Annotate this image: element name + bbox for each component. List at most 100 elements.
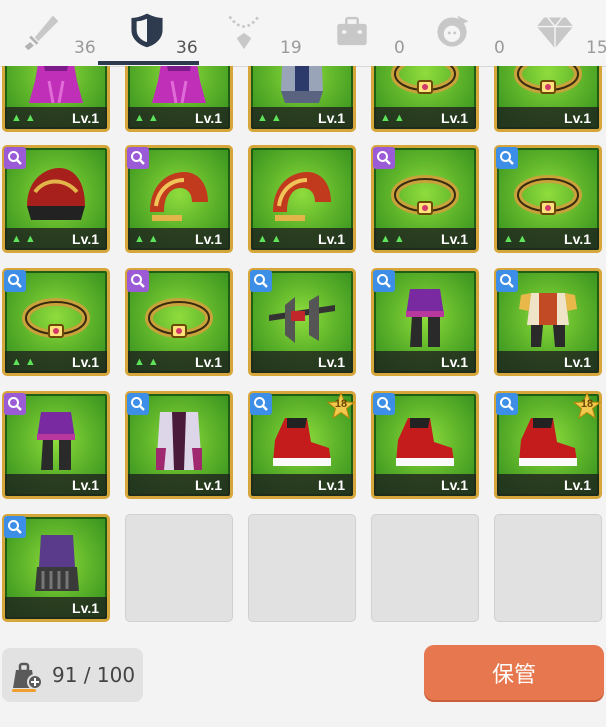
item-level: Lv.1 (195, 231, 222, 247)
empty-slot (371, 514, 479, 622)
pauldron-icon (273, 172, 331, 221)
helmet-icon (27, 168, 85, 220)
equipment-tab-bar: 36 36 19 0 0 15 (0, 0, 606, 67)
magnify-icon[interactable] (127, 270, 149, 292)
magnify-icon[interactable] (4, 516, 26, 538)
tab-gem[interactable]: 15 (500, 0, 606, 66)
belt-icon (145, 298, 213, 338)
gauntlet-icon (35, 535, 79, 591)
belt-icon (22, 298, 90, 338)
magnify-icon[interactable] (373, 270, 395, 292)
tab-weapon[interactable]: 36 (0, 0, 100, 66)
magnify-icon[interactable] (4, 270, 26, 292)
item-level: Lv.1 (318, 354, 345, 370)
upgrade-arrows: ▲▲ (380, 233, 408, 245)
item-level: Lv.1 (564, 477, 591, 493)
magnify-icon[interactable] (4, 147, 26, 169)
coat-icon (156, 412, 202, 470)
upgrade-arrows: ▲▲ (503, 233, 531, 245)
inventory-slot[interactable]: ▲▲ Lv.1 (125, 268, 233, 376)
item-level: Lv.1 (564, 231, 591, 247)
inventory-slot[interactable]: Lv.1 (371, 391, 479, 499)
store-button[interactable]: 保管 (424, 645, 604, 700)
upgrade-arrows: ▲▲ (11, 112, 39, 124)
magnify-icon[interactable] (127, 147, 149, 169)
magnify-icon[interactable] (496, 393, 518, 415)
upgrade-arrows: ▲▲ (134, 112, 162, 124)
belt-icon (391, 175, 459, 215)
armor-icon (281, 66, 323, 103)
inventory-slot[interactable]: ▲▲ Lv.1 (125, 66, 233, 132)
star-level: 18 (580, 398, 594, 410)
empty-slot (125, 514, 233, 622)
item-level: Lv.1 (441, 354, 468, 370)
briefcase-icon (337, 16, 367, 46)
sword-icon (24, 15, 59, 51)
item-level: Lv.1 (72, 354, 99, 370)
inventory-slot[interactable]: ▲▲ Lv.1 (371, 145, 479, 253)
item-level: Lv.1 (195, 477, 222, 493)
inventory-slot[interactable]: Lv.1 (494, 268, 602, 376)
magnify-icon[interactable] (250, 270, 272, 292)
upgrade-arrows: ▲▲ (134, 356, 162, 368)
upgrade-arrows: ▲▲ (257, 112, 285, 124)
star-badge: 18 (326, 391, 356, 420)
tab-count: 36 (74, 38, 96, 58)
magnify-icon[interactable] (4, 393, 26, 415)
inventory-slot[interactable]: ▲▲ Lv.1 (2, 268, 110, 376)
item-level: Lv.1 (441, 231, 468, 247)
character-icon (437, 15, 469, 47)
magnify-icon[interactable] (250, 393, 272, 415)
inventory-slot[interactable]: 18 Lv.1 (248, 391, 356, 499)
upgrade-arrows: ▲▲ (257, 233, 285, 245)
magnify-icon[interactable] (127, 393, 149, 415)
item-level: Lv.1 (195, 110, 222, 126)
tab-count: 15 (586, 38, 606, 58)
inventory-slot[interactable]: Lv.1 (2, 514, 110, 622)
upgrade-arrows: ▲▲ (380, 112, 408, 124)
tab-armor[interactable]: 36 (100, 0, 200, 66)
upgrade-arrows: ▲▲ (11, 233, 39, 245)
tab-pet[interactable]: 0 (400, 0, 505, 66)
capacity-text: 91 / 100 (52, 663, 136, 687)
inventory-slot[interactable]: ▲▲ Lv.1 (248, 145, 356, 253)
active-tab-indicator (98, 61, 199, 65)
inventory-slot[interactable]: Lv.1 (494, 66, 602, 132)
shoulder-guard-icon (269, 295, 335, 343)
tab-bag[interactable]: 0 (300, 0, 405, 66)
magnify-icon[interactable] (496, 270, 518, 292)
inventory-slot[interactable]: ▲▲ Lv.1 (494, 145, 602, 253)
item-level: Lv.1 (318, 231, 345, 247)
magnify-icon[interactable] (496, 147, 518, 169)
belt-icon (514, 66, 582, 94)
star-badge: 18 (572, 391, 602, 420)
magnify-icon[interactable] (373, 393, 395, 415)
upgrade-arrows: ▲▲ (11, 356, 39, 368)
inventory-slot[interactable]: Lv.1 (125, 391, 233, 499)
item-level: Lv.1 (318, 477, 345, 493)
magnify-icon[interactable] (373, 147, 395, 169)
inventory-slot[interactable]: ▲▲ Lv.1 (125, 145, 233, 253)
inventory-slot[interactable]: ▲▲ Lv.1 (371, 66, 479, 132)
inventory-slot[interactable]: Lv.1 (371, 268, 479, 376)
inventory-capacity[interactable]: 91 / 100 (2, 648, 143, 702)
belt-icon (391, 66, 459, 94)
belt-icon (514, 175, 582, 215)
inventory-slot[interactable]: 18 Lv.1 (494, 391, 602, 499)
inventory-slot[interactable]: Lv.1 (248, 268, 356, 376)
tab-count: 36 (176, 38, 198, 58)
inventory-slot[interactable]: ▲▲ Lv.1 (248, 66, 356, 132)
tab-accessory[interactable]: 19 (200, 0, 302, 66)
inventory-slot[interactable]: Lv.1 (2, 391, 110, 499)
necklace-icon (228, 15, 260, 50)
item-level: Lv.1 (72, 231, 99, 247)
inventory-slot[interactable]: ▲▲ Lv.1 (2, 66, 110, 132)
item-level: Lv.1 (564, 354, 591, 370)
item-level: Lv.1 (318, 110, 345, 126)
inventory-slot[interactable]: ▲▲ Lv.1 (2, 145, 110, 253)
dress-icon (152, 66, 206, 104)
diamond-icon (536, 17, 574, 49)
dress-icon (29, 66, 83, 104)
item-level: Lv.1 (72, 110, 99, 126)
empty-slot (248, 514, 356, 622)
